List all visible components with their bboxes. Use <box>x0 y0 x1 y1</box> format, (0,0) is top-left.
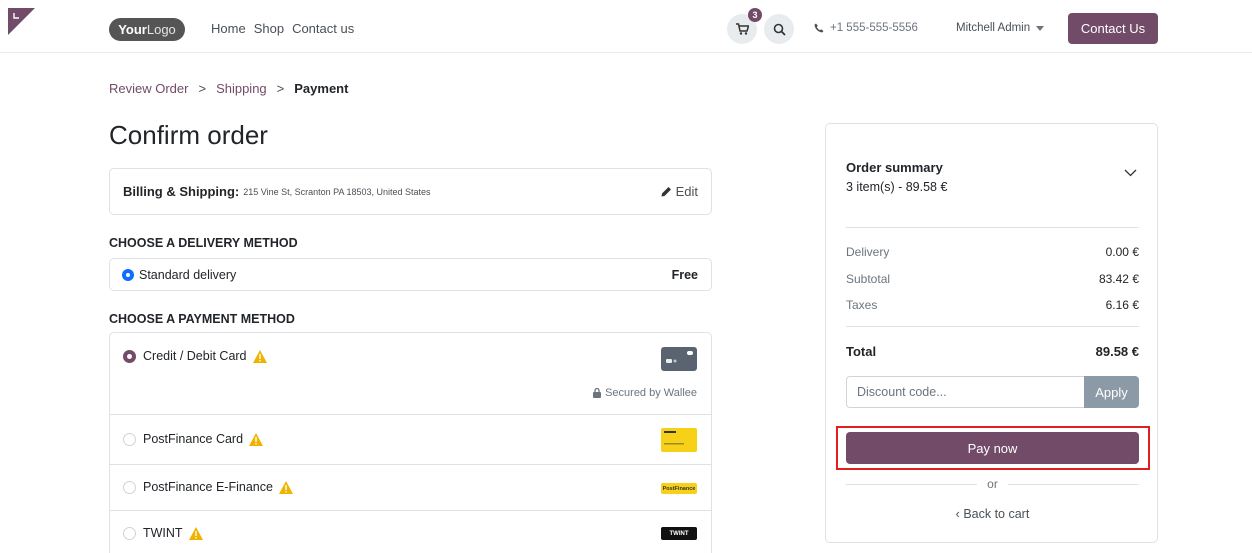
search-icon <box>773 23 786 36</box>
cart-icon <box>735 23 749 35</box>
pay-now-button[interactable]: Pay now <box>846 432 1139 464</box>
payment-methods-list: Credit / Debit Card Secured by Wallee Po… <box>109 332 712 553</box>
secured-by-wallee: Secured by Wallee <box>593 387 697 399</box>
cart-count-badge: 3 <box>748 8 762 22</box>
order-summary-items: 3 item(s) - 89.58 € <box>846 180 948 194</box>
billing-address: 215 Vine St, Scranton PA 18503, United S… <box>243 186 431 197</box>
billing-label: Billing & Shipping: <box>123 184 240 199</box>
breadcrumb-shipping[interactable]: Shipping <box>216 81 267 96</box>
payment-label-twint: TWINT <box>143 526 183 540</box>
warning-icon <box>249 432 264 446</box>
payment-radio-postfinance-efinance[interactable] <box>123 481 136 494</box>
edit-label: Edit <box>675 184 698 199</box>
phone-link[interactable]: +1 555-555-5556 <box>814 22 918 34</box>
or-separator: or <box>846 477 1140 491</box>
delivery-section-title: CHOOSE A DELIVERY METHOD <box>109 236 298 250</box>
delivery-label: Delivery <box>846 245 890 259</box>
warning-icon <box>252 349 267 363</box>
warning-icon <box>278 480 293 494</box>
divider <box>846 483 978 485</box>
page-title: Confirm order <box>109 120 268 150</box>
payment-option-twint[interactable]: TWINT TWINT <box>110 511 711 553</box>
payment-section-title: CHOOSE A PAYMENT METHOD <box>109 312 295 326</box>
pencil-icon <box>661 187 671 197</box>
site-logo[interactable]: Your Logo <box>109 18 185 41</box>
total-label: Total <box>846 344 877 359</box>
user-menu[interactable]: Mitchell Admin <box>956 22 1045 34</box>
apply-discount-button[interactable]: Apply <box>1084 376 1139 408</box>
payment-label-card: Credit / Debit Card <box>143 349 247 363</box>
checkout-breadcrumb: Review Order > Shipping > Payment <box>109 81 348 96</box>
lock-icon <box>593 388 602 398</box>
order-summary-title: Order summary <box>846 160 943 175</box>
divider <box>846 227 1139 228</box>
phone-number: +1 555-555-5556 <box>830 22 918 34</box>
breadcrumb-review-order[interactable]: Review Order <box>109 81 188 96</box>
summary-subtotal-row: Subtotal 83.42 € <box>846 272 1139 286</box>
payment-radio-card[interactable] <box>123 350 136 363</box>
payment-radio-twint[interactable] <box>123 527 136 540</box>
payment-option-card[interactable]: Credit / Debit Card Secured by Wallee <box>110 333 711 415</box>
warning-icon <box>188 526 203 540</box>
summary-taxes-row: Taxes 6.16 € <box>846 298 1139 312</box>
delivery-method-name: Standard delivery <box>139 267 237 282</box>
caret-down-icon <box>1036 25 1045 31</box>
order-summary-panel: Order summary 3 item(s) - 89.58 € Delive… <box>825 123 1158 543</box>
phone-icon <box>814 23 824 33</box>
nav-shop[interactable]: Shop <box>254 21 284 36</box>
delivery-radio[interactable] <box>123 269 133 280</box>
back-to-cart-label: Back to cart <box>963 507 1030 521</box>
editor-corner-icon[interactable] <box>8 8 35 35</box>
chevron-down-icon[interactable] <box>1124 169 1137 177</box>
total-value: 89.58 € <box>1095 344 1139 359</box>
edit-address-link[interactable]: Edit <box>661 184 698 199</box>
main-nav: Home Shop Contact us <box>211 21 354 36</box>
payment-label-postfinance-card: PostFinance Card <box>143 432 244 446</box>
payment-option-postfinance-card[interactable]: PostFinance Card <box>110 415 711 465</box>
delivery-option[interactable]: Standard delivery Free <box>109 258 712 291</box>
secured-text: Secured by Wallee <box>605 387 697 399</box>
taxes-label: Taxes <box>846 298 878 312</box>
nav-contact[interactable]: Contact us <box>292 21 354 36</box>
subtotal-label: Subtotal <box>846 272 891 286</box>
discount-code-input[interactable] <box>846 376 1084 408</box>
breadcrumb-payment: Payment <box>294 81 349 96</box>
summary-delivery-row: Delivery 0.00 € <box>846 245 1139 259</box>
contact-us-button[interactable]: Contact Us <box>1068 13 1158 44</box>
payment-radio-postfinance-card[interactable] <box>123 433 136 446</box>
taxes-value: 6.16 € <box>1105 298 1139 312</box>
payment-option-postfinance-efinance[interactable]: PostFinance E-Finance PostFinance <box>110 465 711 511</box>
divider <box>846 326 1139 327</box>
nav-home[interactable]: Home <box>211 21 246 36</box>
twint-logo: TWINT <box>661 527 697 540</box>
delivery-value: 0.00 € <box>1105 245 1139 259</box>
delivery-price: Free <box>671 267 698 282</box>
or-text: or <box>987 477 998 491</box>
search-button[interactable] <box>764 14 794 44</box>
credit-card-icon <box>661 347 697 371</box>
discount-form: Apply <box>846 376 1139 408</box>
site-header: Your Logo Home Shop Contact us 3 +1 555-5… <box>0 0 1252 53</box>
breadcrumb-separator: > <box>276 81 285 96</box>
postfinance-card-icon <box>661 428 697 452</box>
back-to-cart-link[interactable]: ‹ Back to cart <box>826 507 1159 521</box>
payment-label-postfinance-efinance: PostFinance E-Finance <box>143 480 273 494</box>
subtotal-value: 83.42 € <box>1098 272 1139 286</box>
breadcrumb-separator: > <box>198 81 207 96</box>
divider <box>1007 483 1140 485</box>
user-name: Mitchell Admin <box>956 22 1031 34</box>
summary-total-row: Total 89.58 € <box>846 344 1139 359</box>
postfinance-efinance-logo: PostFinance <box>661 483 697 494</box>
billing-shipping-card: Billing & Shipping: 215 Vine St, Scranto… <box>109 168 712 215</box>
